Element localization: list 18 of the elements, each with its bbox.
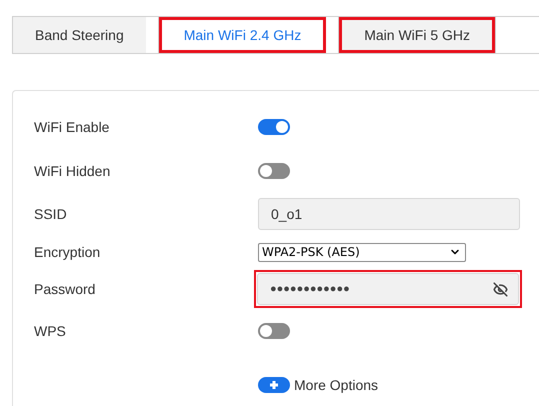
toggle-switch[interactable]: [258, 163, 290, 179]
tab[interactable]: Main WiFi 2.4 GHz: [158, 17, 326, 53]
tab[interactable]: Band Steering: [13, 17, 146, 53]
eye-slash-icon[interactable]: [493, 282, 508, 296]
setting-label: SSID: [34, 204, 68, 224]
encryption-select[interactable]: WPA2-PSK (AES): [258, 242, 466, 262]
tab[interactable]: Main WiFi 5 GHz: [339, 17, 495, 53]
more-options-button[interactable]: More Options: [258, 374, 378, 396]
toggle-switch[interactable]: [258, 119, 290, 135]
password-field[interactable]: ●●●●●●●●●●●●: [257, 273, 519, 305]
plus-icon: [258, 377, 290, 393]
setting-label: WPS: [34, 322, 67, 340]
toggle-switch[interactable]: [258, 323, 290, 339]
setting-label: Encryption: [34, 242, 102, 262]
setting-label: Password: [34, 280, 96, 298]
setting-label: WiFi Hidden: [34, 162, 112, 180]
ssid-field[interactable]: 0_o1: [258, 198, 520, 230]
setting-label: WiFi Enable: [34, 118, 110, 136]
